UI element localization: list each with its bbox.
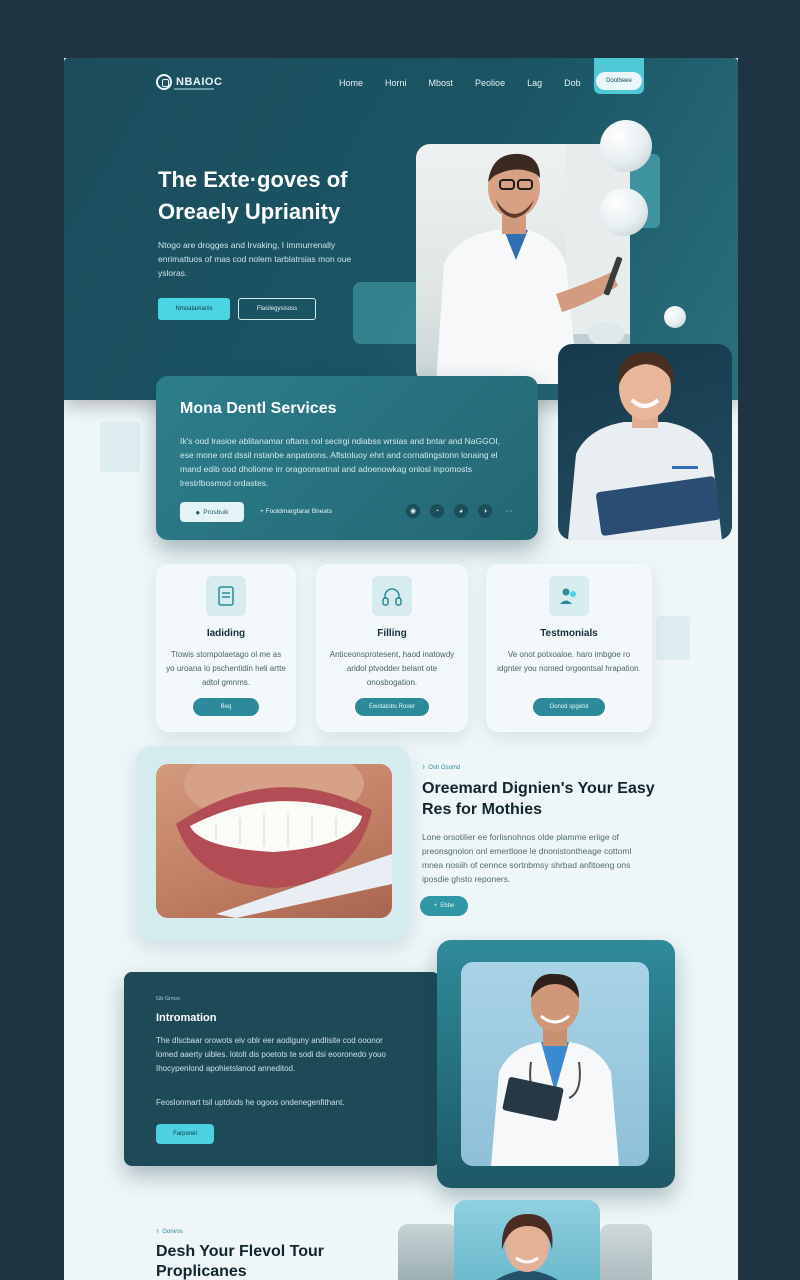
- nav-item-2[interactable]: Horni: [385, 78, 407, 88]
- card-button[interactable]: Ewotatobs Rooer: [355, 698, 429, 716]
- card-text: Ttowis stompolaetago ol me as yo uroana …: [166, 650, 286, 687]
- card-text: Anticeonsprotesent, haod inatowdy aridol…: [329, 650, 455, 687]
- feature-button-label: Ebbe: [440, 903, 455, 909]
- card-title: Iadiding: [206, 628, 246, 639]
- service-card-filling[interactable]: Filling Anticeonsprotesent, haod inatowd…: [316, 564, 468, 732]
- patient-photo: [454, 1200, 600, 1280]
- bottom-tag: ⚕ Gorwos: [156, 1228, 183, 1236]
- info-text-2: Feoslonmart tsil uptdods he ogoos ondene…: [156, 1098, 345, 1107]
- page: NBAIOC Home Horni Mbost Peolioe Lag Dob …: [64, 58, 738, 1280]
- brand-name: NBAIOC: [176, 76, 223, 88]
- feature-title: Oreemard Dignien's Your Easy Res for Mot…: [422, 780, 655, 818]
- clipboard-icon: [206, 576, 246, 616]
- clinic-photo: [600, 1224, 652, 1280]
- info-button[interactable]: Farponel: [156, 1124, 214, 1144]
- nav-cta-button[interactable]: Doolbeee: [596, 72, 642, 90]
- nav-item-3[interactable]: Mbost: [429, 78, 454, 88]
- card-title: Filling: [377, 628, 407, 639]
- hero-text: Ntogo are drogges and Irvaking, I immurr…: [158, 240, 352, 278]
- clinic-photo: [398, 1224, 458, 1280]
- tooth-icon: ●: [195, 507, 201, 517]
- smile-photo: [156, 764, 392, 918]
- bottom-tag-label: Gorwos: [162, 1228, 183, 1235]
- services-button[interactable]: ● Prosbuik: [180, 502, 244, 522]
- decorative-orb: [664, 306, 686, 328]
- decorative-orb: [600, 188, 648, 236]
- tooth-icon: ⚕: [422, 765, 426, 771]
- doctor-photo: [461, 962, 649, 1166]
- services-link[interactable]: + Fooldmargtarar Bneats: [260, 508, 332, 515]
- arrow-icon: +: [433, 903, 438, 909]
- decorative-orb: [600, 120, 652, 172]
- nav-item-5[interactable]: Lag: [527, 78, 542, 88]
- assistant-illustration: [568, 352, 722, 540]
- card-title: Testmonials: [540, 628, 598, 639]
- nav-item-4[interactable]: Peolioe: [475, 78, 505, 88]
- decorative-block: [353, 282, 423, 344]
- social-icon[interactable]: ◔: [430, 504, 444, 518]
- hero-secondary-button[interactable]: Flasilegysisoss: [238, 298, 316, 320]
- tooth-icon: [156, 74, 172, 90]
- feature-button[interactable]: + Ebbe: [420, 896, 468, 916]
- card-button[interactable]: Oonod spgetol: [533, 698, 605, 716]
- hero-title: The Exte·goves of Oreaely Uprianity: [158, 167, 348, 224]
- card-text: Ve onot potxoaloe. haro imbgoe ro idgnte…: [497, 650, 641, 673]
- service-card-testimonials[interactable]: Testmonials Ve onot potxoaloe. haro imbg…: [486, 564, 652, 732]
- card-button[interactable]: Beq: [193, 698, 259, 716]
- feature-tag-label: Osh Osomd: [428, 764, 461, 771]
- services-title: Mona Dentl Services: [180, 400, 337, 417]
- nav-item-6[interactable]: Dob: [564, 78, 581, 88]
- logo[interactable]: NBAIOC: [156, 74, 222, 90]
- people-icon: [549, 576, 589, 616]
- feature-text: Lone orsotilier ee forlisnohnos olde pla…: [422, 832, 632, 884]
- nav-item-home[interactable]: Home: [339, 78, 363, 88]
- info-title: Intromation: [156, 1012, 217, 1024]
- headphones-icon: [372, 576, 412, 616]
- services-card: Mona Dentl Services Ik's ood lrasioe abl…: [156, 376, 538, 540]
- info-tag: Gb Gmoo: [156, 996, 180, 1002]
- smile-photo-frame: [136, 746, 410, 940]
- services-button-label: Prosbuik: [203, 508, 229, 516]
- feature-tag: ⚕ Osh Osomd: [422, 764, 461, 772]
- assistant-photo: [558, 344, 732, 540]
- tooth-icon: ⚕: [156, 1229, 160, 1235]
- main-nav: Home Horni Mbost Peolioe Lag Dob: [339, 78, 603, 88]
- hero-primary-button[interactable]: Nmoatamanis: [158, 298, 230, 320]
- info-text: The dlscbaar orowots eiv oblr eer aodigu…: [156, 1036, 386, 1073]
- more-icon[interactable]: ···: [502, 504, 516, 518]
- bottom-title: Desh Your Flevol Tour Proplicanes: [156, 1243, 325, 1280]
- social-links: ◉ ◔ ◕ ◑ ···: [406, 504, 516, 518]
- ghost-shape: [656, 616, 690, 660]
- ghost-shape: [100, 422, 140, 472]
- social-icon[interactable]: ◉: [406, 504, 420, 518]
- logo-tagline: [174, 88, 214, 90]
- services-text: Ik's ood lrasioe ablitanamar oftans nol …: [180, 436, 501, 488]
- social-icon[interactable]: ◕: [454, 504, 468, 518]
- information-card: Gb Gmoo Intromation The dlscbaar orowots…: [124, 972, 440, 1166]
- social-icon[interactable]: ◑: [478, 504, 492, 518]
- nav-cta-tab: Doolbeee: [594, 58, 644, 94]
- doctor-photo-frame: [437, 940, 675, 1188]
- service-card-holding[interactable]: Iadiding Ttowis stompolaetago ol me as y…: [156, 564, 296, 732]
